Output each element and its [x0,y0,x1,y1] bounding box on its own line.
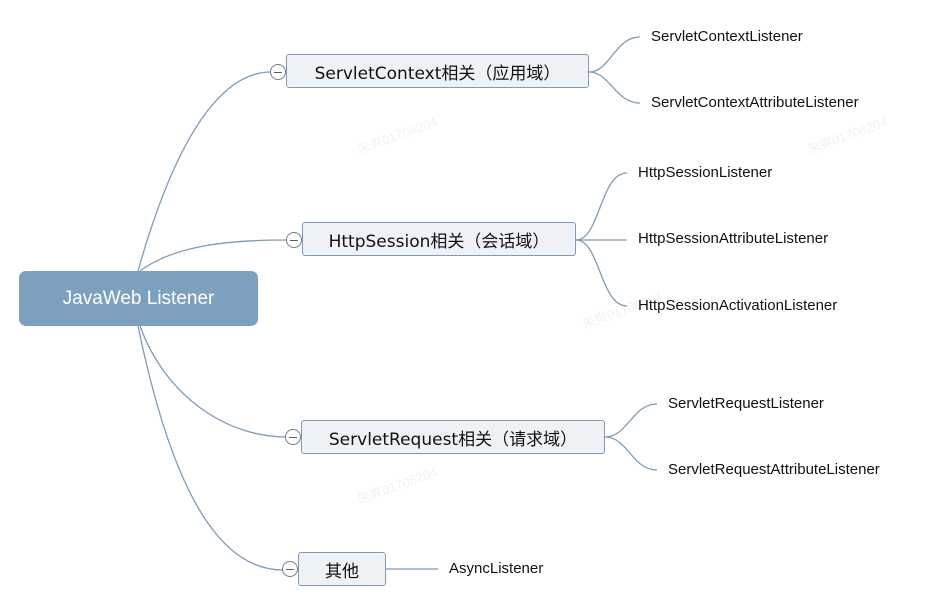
branch-node-other[interactable]: 其他 [298,552,386,586]
collapse-toggle-icon[interactable] [270,64,286,80]
branch-node-label: ServletContext相关（应用域） [314,63,561,84]
leaf-node[interactable]: ServletRequestListener [668,395,824,413]
leaf-node[interactable]: ServletRequestAttributeListener [668,461,880,479]
branch-node-label: HttpSession相关（会话域） [328,231,550,252]
branch-node-label: ServletRequest相关（请求域） [328,429,578,450]
collapse-toggle-icon[interactable] [285,429,301,445]
leaf-node[interactable]: HttpSessionListener [638,164,772,182]
connector-branch-1-leaf-1 [588,36,641,73]
leaf-node[interactable]: AsyncListener [449,560,543,578]
connector-root-branch-4 [137,325,284,571]
connector-branch-2-leaf-3 [575,239,628,307]
branch-node-label: 其他 [325,561,359,582]
branch-node-httpsession[interactable]: HttpSession相关（会话域） [302,222,576,256]
collapse-toggle-icon[interactable] [282,561,298,577]
connector-branch-3-leaf-1 [604,403,658,438]
leaf-node[interactable]: ServletContextAttributeListener [651,94,859,112]
connector-root-branch-2 [139,239,288,272]
leaf-node[interactable]: ServletContextListener [651,28,803,46]
collapse-toggle-icon[interactable] [286,232,302,248]
branch-node-servletcontext[interactable]: ServletContext相关（应用域） [286,54,589,88]
connector-branch-3-leaf-2 [604,436,658,471]
branch-node-servletrequest[interactable]: ServletRequest相关（请求域） [301,420,605,454]
connector-branch-2-leaf-1 [575,172,628,241]
mind-map-canvas: 朱爽01708204 朱爽01708204 朱爽01708204 朱爽01708… [0,0,928,606]
leaf-node[interactable]: HttpSessionActivationListener [638,297,837,315]
connector-branch-1-leaf-2 [588,71,641,104]
leaf-node[interactable]: HttpSessionAttributeListener [638,230,828,248]
root-node-label: JavaWeb Listener [62,287,215,309]
root-node[interactable]: JavaWeb Listener [19,271,258,326]
